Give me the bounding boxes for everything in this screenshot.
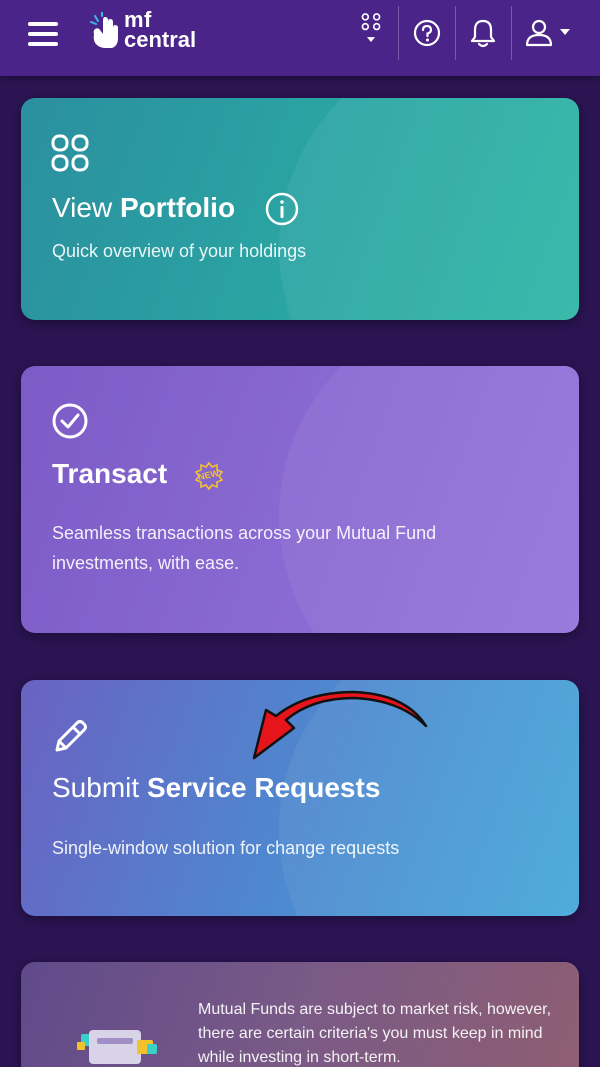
service-requests-card[interactable]: Submit Service Requests Single-window so…: [21, 680, 579, 916]
transact-card[interactable]: Transact NEW Seamless transactions acros…: [21, 366, 579, 633]
service-requests-title: Submit Service Requests: [52, 772, 380, 804]
mf-central-logo[interactable]: mf central: [88, 9, 218, 54]
user-icon[interactable]: [522, 16, 556, 50]
logo-text: mf central: [124, 9, 197, 52]
pencil-icon: [55, 720, 87, 752]
check-circle-icon: [52, 403, 88, 439]
menu-icon[interactable]: [28, 22, 60, 48]
chevron-down-icon[interactable]: [559, 27, 571, 37]
header-divider: [398, 6, 399, 60]
title-plain: Submit: [52, 772, 147, 803]
portfolio-description: Quick overview of your holdings: [52, 241, 307, 261]
card-glow: [279, 366, 579, 633]
title-bold: Transact: [52, 458, 168, 489]
portfolio-title: View Portfolio: [52, 192, 235, 224]
promo-card[interactable]: Mutual Funds are subject to market risk,…: [21, 962, 579, 1067]
info-icon[interactable]: [264, 191, 300, 227]
new-badge-icon: NEW: [194, 461, 224, 491]
title-bold: Portfolio: [119, 192, 236, 223]
promo-illustration-icon: [77, 1030, 157, 1064]
card-glow: [279, 98, 579, 320]
app-header: mf central: [0, 0, 600, 76]
transact-title: Transact: [52, 458, 167, 490]
header-divider: [455, 6, 456, 60]
title-bold: Service Requests: [146, 772, 381, 803]
bell-icon[interactable]: [466, 16, 500, 50]
grid-four-icon: [51, 134, 89, 172]
transact-description: Seamless transactions across your Mutual…: [52, 523, 437, 573]
view-portfolio-card[interactable]: View Portfolio Quick overview of your ho…: [21, 98, 579, 320]
logo-line2: central: [124, 27, 197, 52]
apps-grid-icon[interactable]: [354, 12, 388, 46]
header-divider: [511, 6, 512, 60]
service-requests-description: Single-window solution for change reques…: [52, 838, 400, 858]
promo-text: Mutual Funds are subject to market risk,…: [198, 1001, 552, 1066]
title-plain: View: [52, 192, 120, 223]
logo-hand-icon: [90, 12, 118, 48]
help-icon[interactable]: [410, 16, 444, 50]
